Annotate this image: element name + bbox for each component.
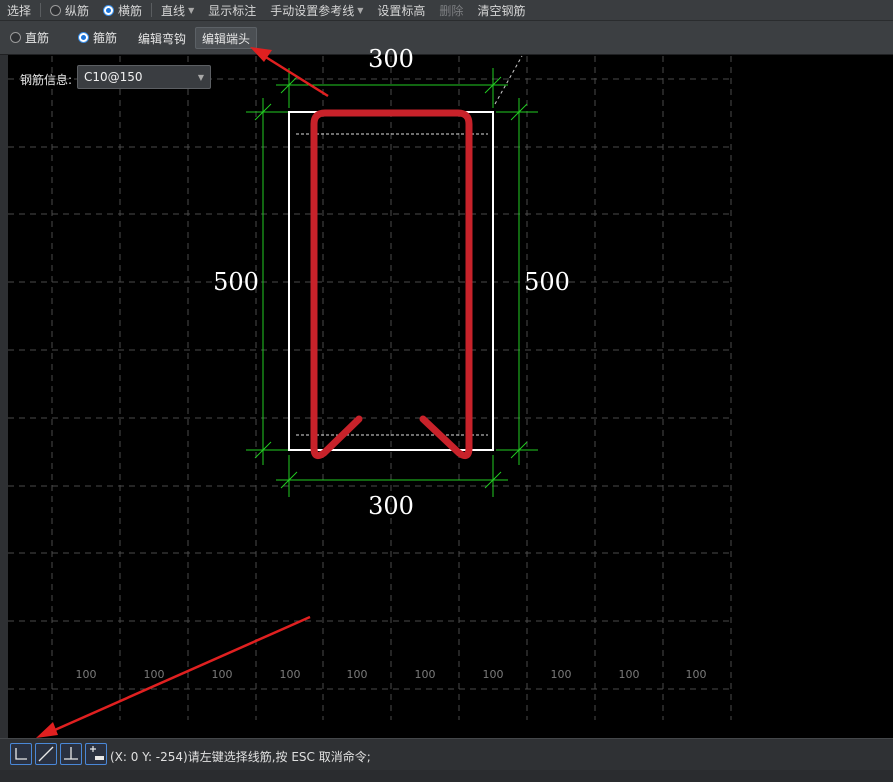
caret-down-icon: ▼ (197, 73, 204, 82)
grid-lines (8, 56, 732, 720)
reference-diagonal (494, 55, 523, 105)
annotation-arrows (36, 47, 329, 738)
grid-label: 100 (280, 668, 301, 681)
rebar-info-value: C10@150 (84, 70, 143, 84)
snap-line-icon[interactable] (35, 743, 57, 765)
grid-label: 100 (76, 668, 97, 681)
rebar-info-select[interactable]: C10@150 ▼ (77, 65, 211, 89)
grid-label: 100 (144, 668, 165, 681)
dim-right-label: 500 (524, 268, 570, 296)
grid-label: 100 (212, 668, 233, 681)
stirrup-rebar[interactable] (310, 109, 473, 460)
dim-top-label: 300 (368, 45, 414, 73)
grid-label: 100 (686, 668, 707, 681)
snap-offset-icon[interactable] (85, 743, 107, 765)
grid-label: 100 (415, 668, 436, 681)
window-bottom-edge (0, 770, 893, 782)
dim-bottom-label: 300 (368, 492, 414, 520)
grid-label: 100 (619, 668, 640, 681)
snap-corner-icon[interactable] (10, 743, 32, 765)
dim-left-label: 500 (213, 268, 259, 296)
status-message: (X: 0 Y: -254)请左键选择线筋,按 ESC 取消命令; (110, 750, 371, 764)
snap-perpendicular-icon[interactable] (60, 743, 82, 765)
status-bar: (X: 0 Y: -254)请左键选择线筋,按 ESC 取消命令; (0, 738, 893, 771)
drawing-layer: 300 300 500 500 100 100 100 100 100 100 100 100… (8, 45, 732, 738)
grid-label: 100 (551, 668, 572, 681)
rebar-info-label: 钢筋信息: (20, 73, 73, 87)
grid-label: 100 (483, 668, 504, 681)
grid-label: 100 (347, 668, 368, 681)
